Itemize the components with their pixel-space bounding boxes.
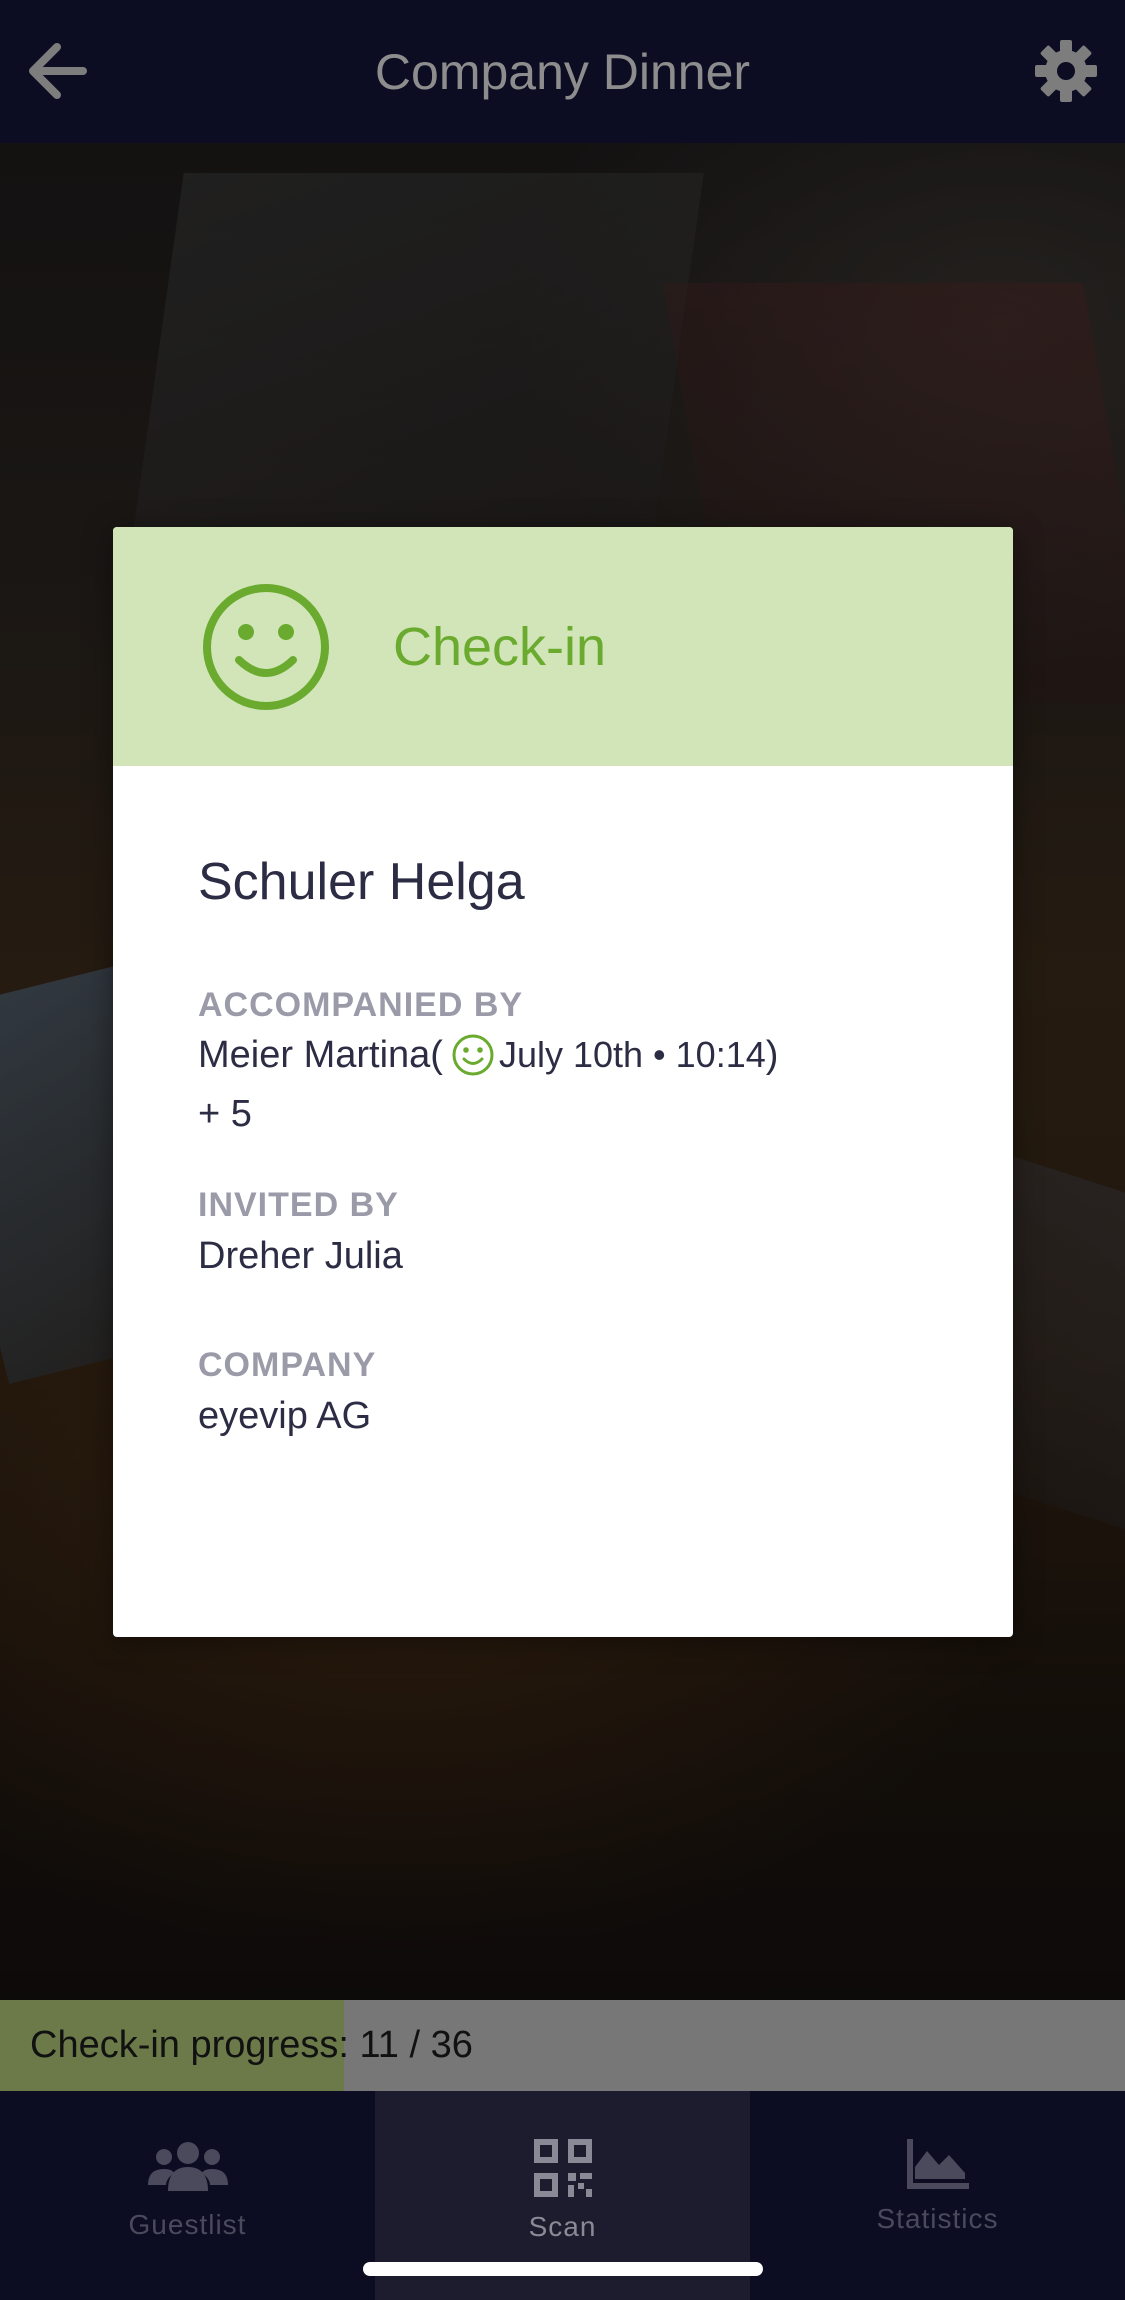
checkin-status-label: Check-in xyxy=(393,616,607,677)
additional-guests-count: + 5 xyxy=(198,1093,252,1135)
checkin-status-header: Check-in xyxy=(113,527,1013,766)
back-button[interactable] xyxy=(22,36,92,106)
tab-label: Guestlist xyxy=(128,2209,247,2240)
home-indicator[interactable] xyxy=(363,2262,763,2276)
invited-by-value: Dreher Julia xyxy=(198,1235,403,1277)
accompanied-section: ACCOMPANIED BY Meier Martina ( July 10th… xyxy=(198,986,1013,1136)
accompanied-label: ACCOMPANIED BY xyxy=(198,986,524,1024)
qr-code-icon xyxy=(533,2139,592,2197)
companion-paren-close: ) xyxy=(765,1033,779,1076)
companion-name: Meier Martina xyxy=(198,1033,431,1076)
area-chart-icon xyxy=(906,2139,969,2189)
settings-button[interactable] xyxy=(1029,34,1103,108)
companion-paren-open: ( xyxy=(430,1033,443,1076)
company-label: COMPANY xyxy=(198,1346,377,1384)
checkin-result-card[interactable]: Check-in Schuler Helga ACCOMPANIED BY Me… xyxy=(113,527,1013,1637)
checkin-progress-bar: Check-in progress: 11 / 36 xyxy=(0,2000,1125,2091)
invited-section: INVITED BY Dreher Julia xyxy=(198,1186,1013,1278)
arrow-left-icon xyxy=(29,43,87,99)
tab-guestlist[interactable]: Guestlist xyxy=(0,2091,375,2300)
smiley-icon xyxy=(452,1034,494,1076)
top-bar: Company Dinner xyxy=(0,0,1125,143)
guest-details: Schuler Helga ACCOMPANIED BY Meier Marti… xyxy=(113,852,1013,1438)
page-title: Company Dinner xyxy=(374,43,751,100)
tab-label: Scan xyxy=(528,2211,597,2242)
company-section: COMPANY eyevip AG xyxy=(198,1346,1013,1438)
people-icon xyxy=(147,2142,228,2191)
tab-label: Statistics xyxy=(876,2203,999,2234)
companion-row: Meier Martina ( July 10th • 10:14 ) xyxy=(198,1033,1013,1077)
gear-icon xyxy=(1035,40,1097,102)
company-value: eyevip AG xyxy=(198,1395,372,1437)
invited-label: INVITED BY xyxy=(198,1186,399,1224)
companion-checkin-time: July 10th • 10:14 xyxy=(498,1034,766,1075)
guest-name: Schuler Helga xyxy=(198,853,525,911)
tab-statistics[interactable]: Statistics xyxy=(750,2091,1125,2300)
smiley-icon xyxy=(203,583,329,710)
checkin-progress-text: Check-in progress: 11 / 36 xyxy=(30,2024,473,2066)
